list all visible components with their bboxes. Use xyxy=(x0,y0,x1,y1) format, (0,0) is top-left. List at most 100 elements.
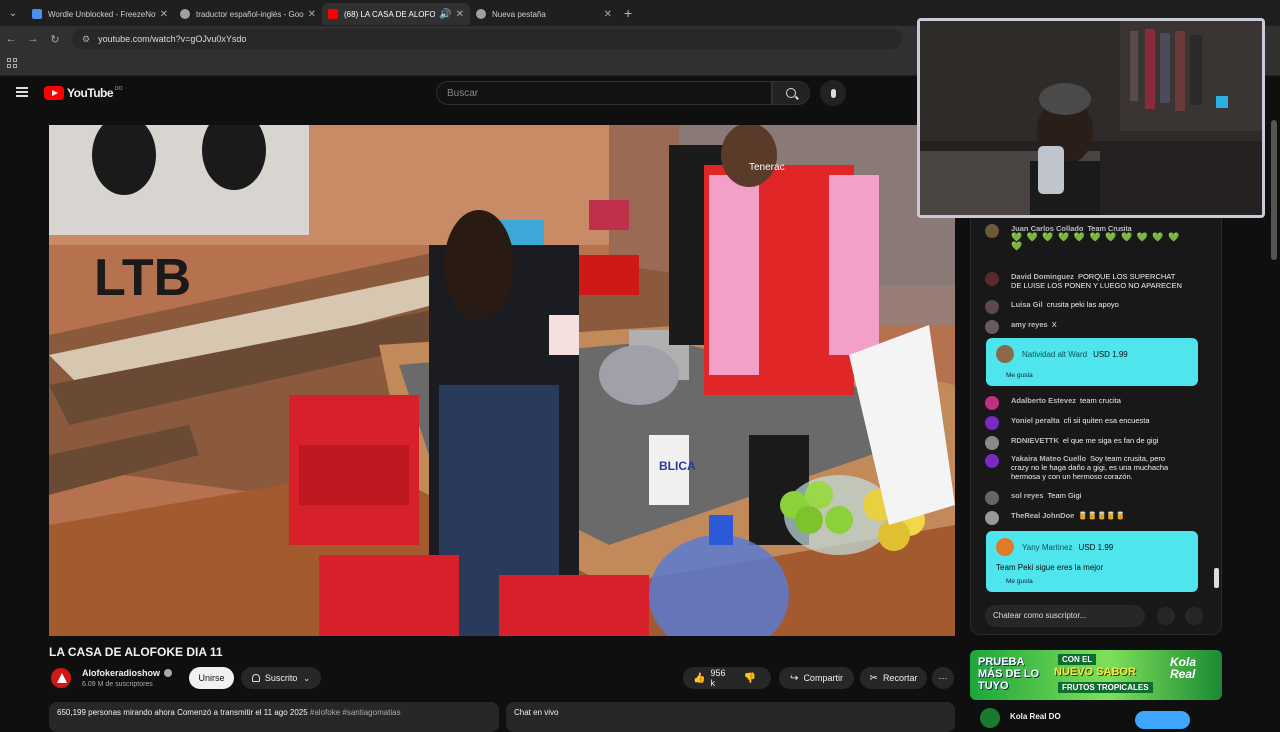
page-scrollbar[interactable] xyxy=(1271,120,1277,260)
superchat-amount: USD 1.99 xyxy=(1078,542,1114,552)
apps-grid-icon[interactable] xyxy=(7,58,17,68)
join-button[interactable]: Unirse xyxy=(189,667,234,689)
send-button[interactable] xyxy=(1185,607,1203,625)
share-arrow-icon: ↪ xyxy=(790,672,799,684)
chat-text: team crucita xyxy=(1080,396,1121,405)
ad-banner[interactable]: PRUEBA MÁS DE LO TUYO CON EL NUEVO SABOR… xyxy=(970,650,1222,700)
url-text: youtube.com/watch?v=gOJvu0xYsdo xyxy=(98,34,247,44)
chat-author[interactable]: Yoniel peralta xyxy=(1011,416,1060,425)
chat-author[interactable]: Luisa Gil xyxy=(1011,300,1043,309)
ad-cta-button[interactable] xyxy=(1135,711,1190,729)
avatar xyxy=(985,272,999,286)
voice-search-button[interactable] xyxy=(820,80,846,106)
scissors-icon: ✂ xyxy=(869,672,878,684)
webcam-frame xyxy=(920,21,1262,215)
chrome-favicon-icon xyxy=(476,9,486,19)
clip-button[interactable]: ✂ Recortar xyxy=(860,667,927,689)
tab-translator[interactable]: traductor español-inglés - Google ✕ xyxy=(174,3,322,25)
chat-text: crusita peki las apoyo xyxy=(1046,300,1119,309)
tab-wordle[interactable]: Wordle Unblocked - FreezeNova ✕ xyxy=(26,3,174,25)
clip-label: Recortar xyxy=(882,673,918,683)
like-button[interactable]: Me gusta xyxy=(1006,578,1188,585)
new-tab-plus-icon[interactable]: + xyxy=(624,5,632,21)
emoji-button[interactable] xyxy=(1157,607,1175,625)
tab-youtube-live[interactable]: (68) LA CASA DE ALOFOKE 🔊 ✕ xyxy=(322,3,470,25)
ad-advertiser-row: Kola Real DO xyxy=(970,705,1222,729)
chat-author[interactable]: amy reyes xyxy=(1011,320,1048,329)
close-tab-icon[interactable]: ✕ xyxy=(160,9,168,20)
search-input[interactable]: Buscar xyxy=(436,81,772,105)
share-button[interactable]: ↪ Compartir xyxy=(779,667,854,689)
superchat-author[interactable]: Natividad alt Ward xyxy=(1022,350,1087,359)
chat-text: X xyxy=(1051,320,1057,329)
tab-title: Wordle Unblocked - FreezeNova xyxy=(48,9,156,19)
tab-title: (68) LA CASA DE ALOFOKE xyxy=(344,9,436,19)
chat-author[interactable]: RDNIEVETTK xyxy=(1011,436,1059,445)
description-box[interactable]: 650,199 personas mirando ahora Comenzó a… xyxy=(49,702,499,732)
youtube-logo[interactable]: YouTube DO xyxy=(44,86,123,100)
forward-arrow-icon[interactable]: → xyxy=(22,33,44,45)
youtube-wordmark: YouTube xyxy=(67,86,114,100)
tab-new[interactable]: Nueva pestaña ✕ xyxy=(470,3,618,25)
close-tab-icon[interactable]: ✕ xyxy=(456,9,464,20)
country-code: DO xyxy=(115,86,123,92)
speaker-icon[interactable]: 🔊 xyxy=(439,9,451,20)
avatar xyxy=(985,320,999,334)
close-tab-icon[interactable]: ✕ xyxy=(308,9,316,20)
chat-title: Chat en vivo xyxy=(514,708,559,717)
chat-author[interactable]: TheReal JohnDoe xyxy=(1011,511,1074,520)
channel-name[interactable]: Alofokeradioshow xyxy=(82,668,173,678)
chat-message: sol reyes Team Gigi xyxy=(985,491,1185,505)
chat-input[interactable]: Chatear como suscriptor... xyxy=(985,605,1145,627)
microphone-icon xyxy=(830,88,836,98)
site-info-icon[interactable]: ⚙ xyxy=(82,34,90,45)
url-field[interactable]: ⚙ youtube.com/watch?v=gOJvu0xYsdo xyxy=(72,29,902,49)
chat-message: Yakaira Mateo Cuello Soy team crusita, pe… xyxy=(985,454,1185,481)
chat-header-strip[interactable]: Chat en vivo xyxy=(506,702,955,732)
youtube-favicon-icon xyxy=(328,9,338,19)
ad-tagline-1: CON EL xyxy=(1058,654,1097,665)
like-count: 956 k xyxy=(710,668,726,688)
thumbs-up-icon: 👍 xyxy=(693,672,706,684)
search-button[interactable] xyxy=(772,81,810,105)
tab-search-chevron-icon[interactable]: ⌄ xyxy=(0,0,26,26)
ad-tagline-2: NUEVO SABOR xyxy=(1054,666,1136,678)
reload-icon[interactable]: ↻ xyxy=(44,33,66,46)
chat-message: RDNIEVETTK el que me siga es fan de gigi xyxy=(985,436,1185,450)
thumbs-down-icon[interactable]: 👎 xyxy=(744,673,756,684)
close-tab-icon[interactable]: ✕ xyxy=(604,9,612,20)
channel-avatar[interactable] xyxy=(49,666,73,690)
bell-icon xyxy=(251,674,260,682)
ad-tagline-3: FRUTOS TROPICALES xyxy=(1058,682,1153,693)
share-label: Compartir xyxy=(803,673,843,683)
chat-author[interactable]: sol reyes xyxy=(1011,491,1044,500)
like-dislike-button[interactable]: 👍 956 k 👎 xyxy=(683,667,771,689)
chat-scrollbar[interactable] xyxy=(1214,568,1219,588)
chat-message: amy reyes X xyxy=(985,320,1185,334)
hashtags[interactable]: #alofoke #santiagomatias xyxy=(310,708,401,717)
channel-name-text: Alofokeradioshow xyxy=(82,668,161,678)
superchat-author[interactable]: Yany Martinez xyxy=(1022,543,1073,552)
avatar xyxy=(985,491,999,505)
chat-text: Team Gigi xyxy=(1047,491,1082,500)
chat-message: Luisa Gil crusita peki las apoyo xyxy=(985,300,1185,314)
cup-lettering: BLICA xyxy=(659,459,696,473)
chat-author[interactable]: David Dominguez xyxy=(1011,272,1074,281)
video-title: LA CASA DE ALOFOKE DIA 11 xyxy=(49,645,223,659)
subscribed-button[interactable]: Suscrito ⌄ xyxy=(241,667,321,689)
avatar xyxy=(985,224,999,238)
chat-author[interactable]: Adalberto Estevez xyxy=(1011,396,1076,405)
avatar xyxy=(985,436,999,450)
avatar xyxy=(985,396,999,410)
superchat-text: Team Peki sigue eres la mejor xyxy=(996,563,1104,572)
back-arrow-icon[interactable]: ← xyxy=(0,33,22,45)
chat-message: David Dominguez PORQUE LOS SUPERCHAT DE L… xyxy=(985,272,1185,290)
like-button[interactable]: Me gusta xyxy=(1006,372,1188,379)
chat-message: TheReal JohnDoe 🥫🥫🥫🥫🥫 xyxy=(985,511,1185,525)
subscribed-label: Suscrito xyxy=(264,673,298,683)
video-player[interactable]: LTB BLICA Tenerac xyxy=(49,125,955,636)
google-favicon-icon xyxy=(180,9,190,19)
more-actions-button[interactable]: ⋯ xyxy=(932,667,954,689)
hamburger-menu-icon[interactable] xyxy=(16,87,28,97)
chat-author[interactable]: Yakaira Mateo Cuello xyxy=(1011,454,1086,463)
